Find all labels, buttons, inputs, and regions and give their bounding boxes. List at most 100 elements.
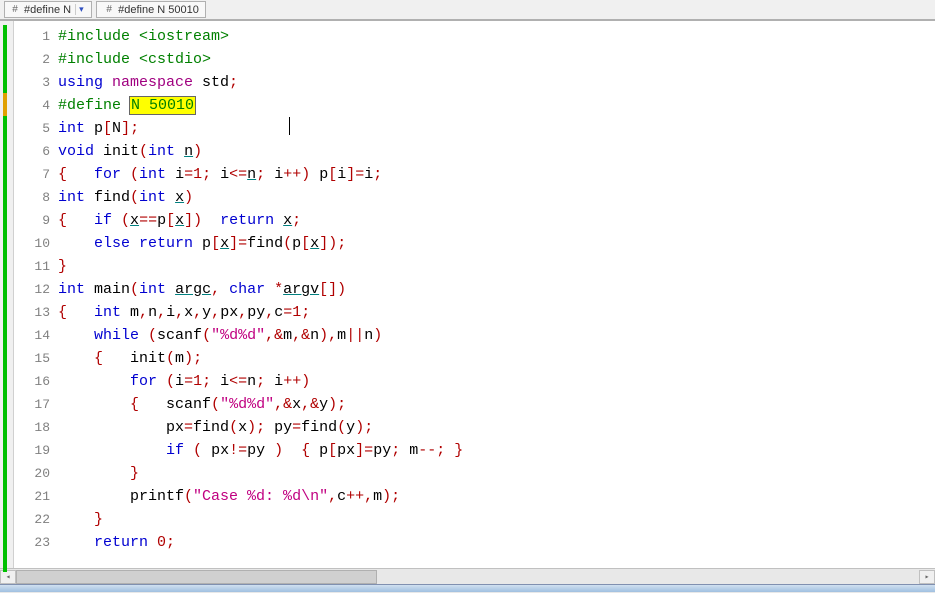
code-content[interactable]: #include <cstdio> <box>58 48 935 71</box>
code-line[interactable]: 3using namespace std; <box>14 71 935 94</box>
token: m <box>283 327 292 344</box>
token: ,& <box>301 396 319 413</box>
code-content[interactable]: #include <iostream> <box>58 25 935 48</box>
token: ]= <box>229 235 247 252</box>
token: ( <box>211 396 220 413</box>
token: ); <box>247 419 274 436</box>
line-number: 9 <box>14 209 58 232</box>
token: px <box>211 442 229 459</box>
code-line[interactable]: 15 { init(m); <box>14 347 935 370</box>
chevron-down-icon[interactable]: ▾ <box>75 4 89 15</box>
token: n <box>148 304 157 321</box>
token: ( <box>184 488 193 505</box>
token: y <box>202 304 211 321</box>
token: ) <box>184 189 193 206</box>
token: || <box>346 327 364 344</box>
token: , <box>328 488 337 505</box>
code-content[interactable]: { init(m); <box>58 347 935 370</box>
token: ) { <box>265 442 319 459</box>
horizontal-scrollbar[interactable]: ◂ ▸ <box>0 568 935 584</box>
token: ; <box>292 212 301 229</box>
code-content[interactable]: } <box>58 255 935 278</box>
code-line[interactable]: 11} <box>14 255 935 278</box>
code-line[interactable]: 7{ for (int i=1; i<=n; i++) p[i]=i; <box>14 163 935 186</box>
tab-bar: # #define N ▾ # #define N 50010 <box>0 0 935 20</box>
token: i <box>175 373 184 390</box>
code-content[interactable]: int main(int argc, char *argv[]) <box>58 278 935 301</box>
code-line[interactable]: 22 } <box>14 508 935 531</box>
code-content[interactable]: int p[N]; <box>58 117 935 140</box>
token: m <box>130 304 139 321</box>
code-line[interactable]: 17 { scanf("%d%d",&x,&y); <box>14 393 935 416</box>
code-line[interactable]: 9{ if (x==p[x]) return x; <box>14 209 935 232</box>
token: c <box>274 304 283 321</box>
code-line[interactable]: 20 } <box>14 462 935 485</box>
line-number: 18 <box>14 416 58 439</box>
token: init <box>130 350 166 367</box>
code-area[interactable]: 1#include <iostream>2#include <cstdio>3u… <box>14 21 935 568</box>
token: n <box>247 166 256 183</box>
code-content[interactable]: { for (int i=1; i<=n; i++) p[i]=i; <box>58 163 935 186</box>
code-content[interactable]: int find(int x) <box>58 186 935 209</box>
code-line[interactable]: 21 printf("Case %d: %d\n",c++,m); <box>14 485 935 508</box>
code-content[interactable]: #define N 50010 <box>58 94 935 117</box>
code-line[interactable]: 8int find(int x) <box>14 186 935 209</box>
token: m <box>409 442 418 459</box>
code-line[interactable]: 19 if ( px!=py ) { p[px]=py; m--; } <box>14 439 935 462</box>
tab-secondary[interactable]: # #define N 50010 <box>96 1 206 18</box>
code-content[interactable]: } <box>58 508 935 531</box>
token: ) <box>373 327 382 344</box>
code-content[interactable]: printf("Case %d: %d\n",c++,m); <box>58 485 935 508</box>
token: x <box>238 419 247 436</box>
code-line[interactable]: 16 for (i=1; i<=n; i++) <box>14 370 935 393</box>
token: px <box>337 442 355 459</box>
code-content[interactable]: using namespace std; <box>58 71 935 94</box>
code-content[interactable]: while (scanf("%d%d",&m,&n),m||n) <box>58 324 935 347</box>
code-line[interactable]: 12int main(int argc, char *argv[]) <box>14 278 935 301</box>
line-number: 23 <box>14 531 58 554</box>
token: char <box>229 281 274 298</box>
code-content[interactable]: { int m,n,i,x,y,px,py,c=1; <box>58 301 935 324</box>
token: int <box>58 281 94 298</box>
code-line[interactable]: 6void init(int n) <box>14 140 935 163</box>
tab-active[interactable]: # #define N ▾ <box>4 1 92 18</box>
token: [ <box>103 120 112 137</box>
code-line[interactable]: 1#include <iostream> <box>14 25 935 48</box>
code-line[interactable]: 4#define N 50010 <box>14 94 935 117</box>
scroll-right-button[interactable]: ▸ <box>919 570 935 584</box>
token: ) <box>193 143 202 160</box>
code-content[interactable]: } <box>58 462 935 485</box>
token: scanf <box>166 396 211 413</box>
token: ]) <box>184 212 220 229</box>
code-line[interactable]: 10 else return p[x]=find(p[x]); <box>14 232 935 255</box>
code-content[interactable]: if ( px!=py ) { p[px]=py; m--; } <box>58 439 935 462</box>
tab-active-label: #define N <box>24 4 71 16</box>
hash-icon: # <box>9 4 21 16</box>
token: [ <box>328 166 337 183</box>
token: "%d%d" <box>220 396 274 413</box>
scroll-track[interactable] <box>16 570 919 584</box>
code-line[interactable]: 18 px=find(x); py=find(y); <box>14 416 935 439</box>
code-line[interactable]: 13{ int m,n,i,x,y,px,py,c=1; <box>14 301 935 324</box>
code-line[interactable]: 2#include <cstdio> <box>14 48 935 71</box>
token: ( <box>229 419 238 436</box>
scroll-thumb[interactable] <box>16 570 377 584</box>
code-content[interactable]: { scanf("%d%d",&x,&y); <box>58 393 935 416</box>
code-line[interactable]: 14 while (scanf("%d%d",&m,&n),m||n) <box>14 324 935 347</box>
code-content[interactable]: for (i=1; i<=n; i++) <box>58 370 935 393</box>
code-content[interactable]: return 0; <box>58 531 935 554</box>
line-number: 1 <box>14 25 58 48</box>
token: int <box>139 166 175 183</box>
code-content[interactable]: else return p[x]=find(p[x]); <box>58 232 935 255</box>
token: = <box>184 419 193 436</box>
token: ( <box>148 327 157 344</box>
change-margin <box>0 21 14 568</box>
code-content[interactable]: { if (x==p[x]) return x; <box>58 209 935 232</box>
token: ++) <box>283 373 310 390</box>
code-line[interactable]: 23 return 0; <box>14 531 935 554</box>
code-content[interactable]: px=find(x); py=find(y); <box>58 416 935 439</box>
code-content[interactable]: void init(int n) <box>58 140 935 163</box>
code-line[interactable]: 5int p[N]; <box>14 117 935 140</box>
token: n <box>364 327 373 344</box>
token: scanf <box>157 327 202 344</box>
